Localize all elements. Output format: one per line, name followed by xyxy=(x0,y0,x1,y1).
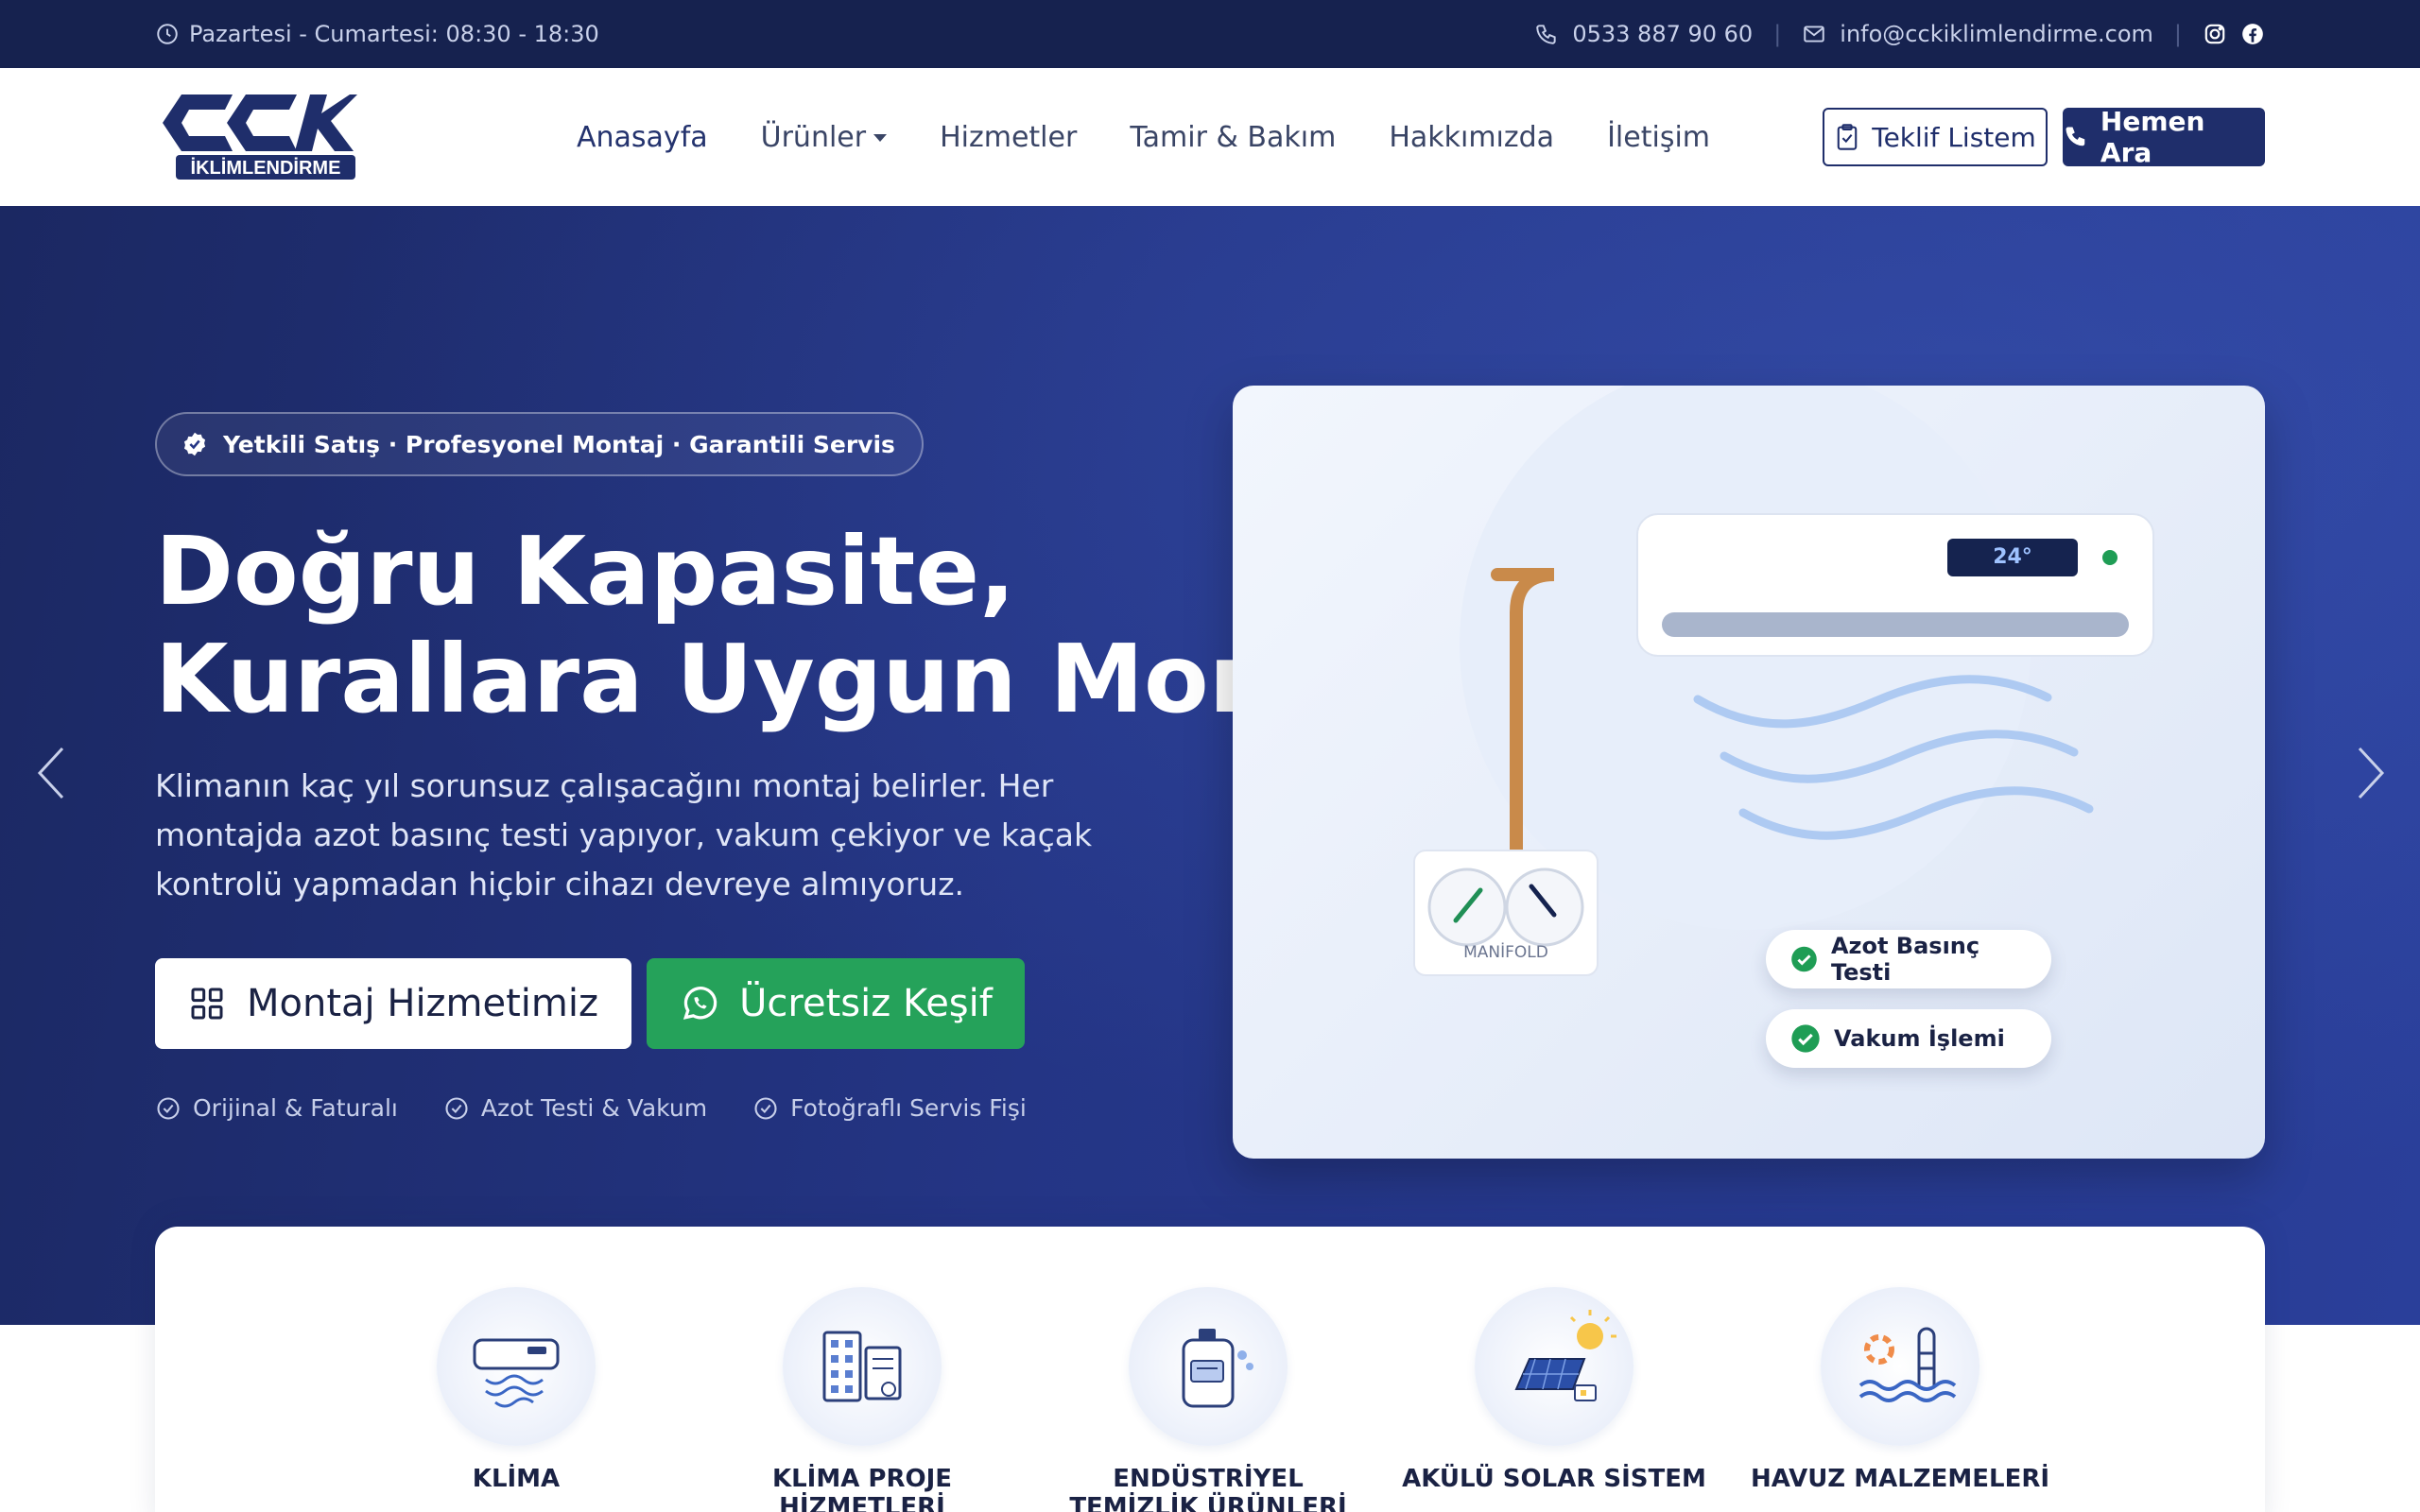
feature-item: Azot Testi & Vakum xyxy=(443,1094,707,1122)
category-icon-circle xyxy=(1475,1287,1634,1446)
feature-label: Orijinal & Faturalı xyxy=(193,1094,398,1122)
hero-badge: Yetkili Satış · Profesyonel Montaj · Gar… xyxy=(155,412,924,476)
cck-logo[interactable]: İKLİMLENDİRME xyxy=(155,89,357,183)
hero-title: Doğru Kapasite, Kurallara Uygun Montaj xyxy=(155,516,1418,734)
quote-list-label: Teklif Listem xyxy=(1872,121,2036,153)
call-now-button[interactable]: Hemen Ara xyxy=(2063,106,2265,168)
feature-label: Fotoğraflı Servis Fişi xyxy=(790,1094,1027,1122)
building-plan-icon xyxy=(822,1331,902,1402)
nav-item-urunler[interactable]: Ürünler xyxy=(760,120,888,154)
category-label: KLİMA xyxy=(472,1465,561,1493)
category-icon-circle xyxy=(783,1287,942,1446)
clipboard-icon xyxy=(1837,124,1858,150)
hero-subtitle: Klimanın kaç yıl sorunsuz çalışacağını m… xyxy=(155,767,1093,902)
quote-list-button[interactable]: Teklif Listem xyxy=(1823,108,2048,166)
topbar-phone-link[interactable]: 0533 887 90 60 xyxy=(1572,21,1753,47)
check-pill-vakum: Vakum İşlemi xyxy=(1766,1009,2051,1068)
manifold-label: MANİFOLD xyxy=(1463,943,1548,962)
phone-icon xyxy=(2066,127,2085,146)
nav-item-hizmetler[interactable]: Hizmetler xyxy=(940,121,1077,154)
check-pill-label: Vakum İşlemi xyxy=(1834,1025,2005,1052)
nav-item-iletisim[interactable]: İletişim xyxy=(1607,121,1710,154)
free-survey-label: Ücretsiz Keşif xyxy=(739,982,993,1025)
clock-icon xyxy=(157,24,178,44)
category-label: KLİMA PROJE HİZMETLERİ xyxy=(771,1465,953,1512)
facebook-icon[interactable] xyxy=(2240,22,2265,46)
carousel-next-arrow[interactable] xyxy=(2352,735,2390,811)
phone-icon xyxy=(1536,25,1556,44)
montaj-service-label: Montaj Hizmetimiz xyxy=(247,982,598,1025)
hero-features: Orijinal & Faturalı Azot Testi & Vakum F… xyxy=(155,1094,1027,1122)
mail-icon xyxy=(1804,26,1825,43)
background-circle xyxy=(1460,386,2031,930)
nav-item-tamir-bakim[interactable]: Tamir & Bakım xyxy=(1130,121,1336,154)
category-label: AKÜLÜ SOLAR SİSTEM xyxy=(1402,1465,1706,1493)
chevron-down-icon xyxy=(873,134,888,142)
ac-unit-icon xyxy=(473,1338,560,1408)
category-icon-circle xyxy=(437,1287,596,1446)
check-pill-azot: Azot Basınç Testi xyxy=(1766,930,2051,988)
nav-item-anasayfa[interactable]: Anasayfa xyxy=(577,121,708,154)
whatsapp-icon xyxy=(683,987,717,1020)
category-icon-circle xyxy=(1129,1287,1288,1446)
verified-badge-icon xyxy=(183,432,206,456)
top-info-bar: Pazartesi - Cumartesi: 08:30 - 18:30 053… xyxy=(0,0,2420,68)
free-survey-button[interactable]: Ücretsiz Keşif xyxy=(647,958,1025,1049)
check-circle-icon xyxy=(1791,1024,1820,1053)
check-circle-icon xyxy=(157,1096,180,1120)
hero-illustration-card: 24° MANİFOLD Azot Basınç Testi Vakum İşl… xyxy=(1233,386,2265,1159)
feature-item: Orijinal & Faturalı xyxy=(155,1094,398,1122)
working-hours: Pazartesi - Cumartesi: 08:30 - 18:30 xyxy=(189,21,599,47)
hero-badge-text: Yetkili Satış · Profesyonel Montaj · Gar… xyxy=(223,430,895,458)
feature-label: Azot Testi & Vakum xyxy=(480,1094,708,1122)
main-navbar: İKLİMLENDİRME Anasayfa Ürünler Hizmetler… xyxy=(0,68,2420,206)
hero-section: Yetkili Satış · Profesyonel Montaj · Gar… xyxy=(0,206,2420,1325)
category-icon-circle xyxy=(1821,1287,1979,1446)
check-circle-icon xyxy=(445,1096,468,1120)
call-now-label: Hemen Ara xyxy=(2100,106,2205,168)
category-label: ENDÜSTRİYEL TEMİZLİK ÜRÜNLERİ xyxy=(1069,1465,1347,1512)
nav-item-urunler-label: Ürünler xyxy=(760,120,867,154)
check-circle-icon xyxy=(1791,946,1817,972)
main-menu: Anasayfa Ürünler Hizmetler Tamir & Bakım… xyxy=(577,68,1710,206)
category-label: HAVUZ MALZEMELERİ xyxy=(1750,1465,2050,1493)
montaj-service-button[interactable]: Montaj Hizmetimiz xyxy=(155,958,631,1049)
hero-title-line1: Doğru Kapasite, xyxy=(155,516,1016,627)
nav-item-hakkimizda[interactable]: Hakkımızda xyxy=(1389,121,1554,154)
logo-subtitle: İKLİMLENDİRME xyxy=(191,157,341,179)
ac-installation-illustration xyxy=(1413,386,2154,976)
divider: | xyxy=(2173,21,2182,47)
carousel-prev-arrow[interactable] xyxy=(32,735,70,811)
category-panel: KLİMA KLİMA PROJE HİZMETLERİ ENDÜSTRİYEL… xyxy=(155,1227,2265,1512)
grid-icon xyxy=(191,988,223,1020)
ac-indoor-unit xyxy=(1636,513,2154,657)
solar-panel-icon xyxy=(1514,1310,1616,1401)
topbar-email-link[interactable]: info@cckiklimlendirme.com xyxy=(1840,21,2153,47)
instagram-icon[interactable] xyxy=(2203,22,2227,46)
feature-item: Fotoğraflı Servis Fişi xyxy=(752,1094,1027,1122)
pool-icon xyxy=(1858,1327,1957,1402)
check-pill-label: Azot Basınç Testi xyxy=(1830,933,1980,986)
check-circle-icon xyxy=(754,1096,777,1120)
hero-title-line2: Kurallara Uygun Montaj xyxy=(155,624,1418,734)
cleaning-product-icon xyxy=(1182,1329,1253,1408)
ac-temperature-display: 24° xyxy=(1993,545,2032,569)
divider: | xyxy=(1773,21,1782,47)
